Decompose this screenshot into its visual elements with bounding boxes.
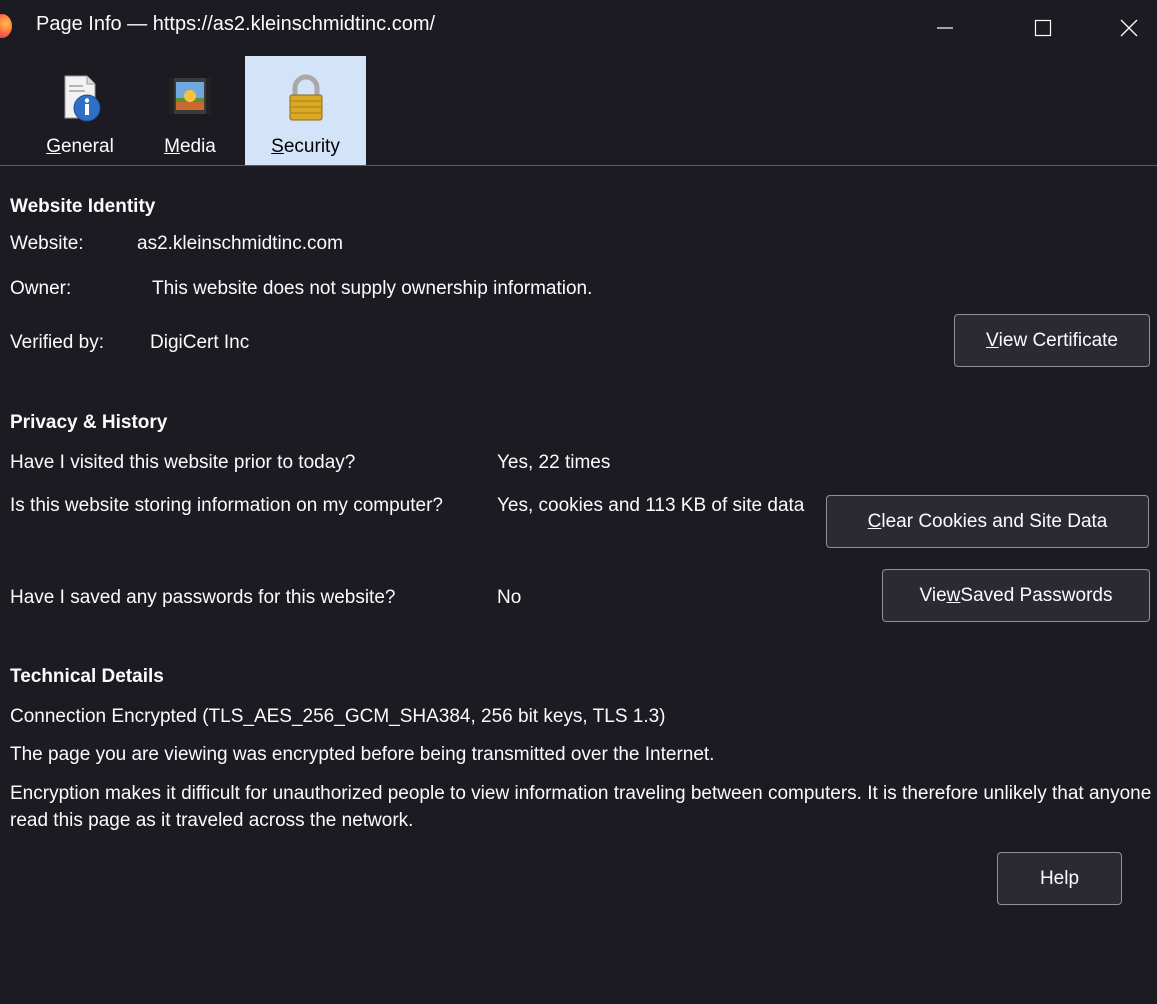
- window-title: Page Info — https://as2.kleinschmidtinc.…: [36, 13, 436, 35]
- storing-question: Is this website storing information on m…: [10, 495, 443, 516]
- media-image-icon: [169, 78, 211, 114]
- passwords-answer: No: [497, 587, 522, 608]
- tab-general-label: General: [46, 136, 114, 157]
- encrypted-before-transmit-text: The page you are viewing was encrypted b…: [10, 744, 715, 765]
- minimize-button[interactable]: [916, 0, 974, 56]
- maximize-icon: [1034, 19, 1052, 37]
- view-certificate-button[interactable]: View Certificate: [954, 314, 1150, 367]
- title-bar: Page Info — https://as2.kleinschmidtinc.…: [0, 0, 1157, 56]
- tab-media-label: Media: [164, 136, 216, 157]
- close-button[interactable]: [1100, 0, 1157, 56]
- connection-encrypted-text: Connection Encrypted (TLS_AES_256_GCM_SH…: [10, 706, 666, 727]
- maximize-button[interactable]: [1014, 0, 1072, 56]
- owner-value: This website does not supply ownership i…: [152, 278, 593, 299]
- storing-answer: Yes, cookies and 113 KB of site data: [497, 495, 805, 516]
- verified-by-label: Verified by:: [10, 332, 104, 353]
- encryption-explanation-text: Encryption makes it difficult for unauth…: [10, 783, 1152, 831]
- website-value: as2.kleinschmidtinc.com: [137, 233, 343, 254]
- visited-answer: Yes, 22 times: [497, 452, 611, 473]
- minimize-icon: [937, 27, 953, 29]
- view-saved-passwords-button[interactable]: Vie w Saved Passwords: [882, 569, 1150, 622]
- padlock-icon: [289, 74, 322, 121]
- website-label: Website:: [10, 233, 84, 254]
- tab-security-label: Security: [271, 136, 340, 157]
- tab-general[interactable]: General: [30, 56, 130, 165]
- firefox-icon: [0, 14, 12, 38]
- verified-by-value: DigiCert Inc: [150, 332, 250, 353]
- document-info-icon: [64, 75, 101, 122]
- website-identity-heading: Website Identity: [10, 196, 156, 217]
- clear-cookies-button[interactable]: Clear Cookies and Site Data: [826, 495, 1149, 548]
- close-icon: [1120, 19, 1138, 37]
- privacy-history-heading: Privacy & History: [10, 412, 168, 433]
- passwords-question: Have I saved any passwords for this webs…: [10, 587, 396, 608]
- help-button[interactable]: Help: [997, 852, 1122, 905]
- technical-details-heading: Technical Details: [10, 666, 164, 687]
- tab-security[interactable]: Security: [245, 56, 366, 165]
- tab-media[interactable]: Media: [146, 56, 234, 165]
- tab-toolbar: General Media Security: [0, 56, 1157, 166]
- owner-label: Owner:: [10, 278, 72, 299]
- visited-question: Have I visited this website prior to tod…: [10, 452, 356, 473]
